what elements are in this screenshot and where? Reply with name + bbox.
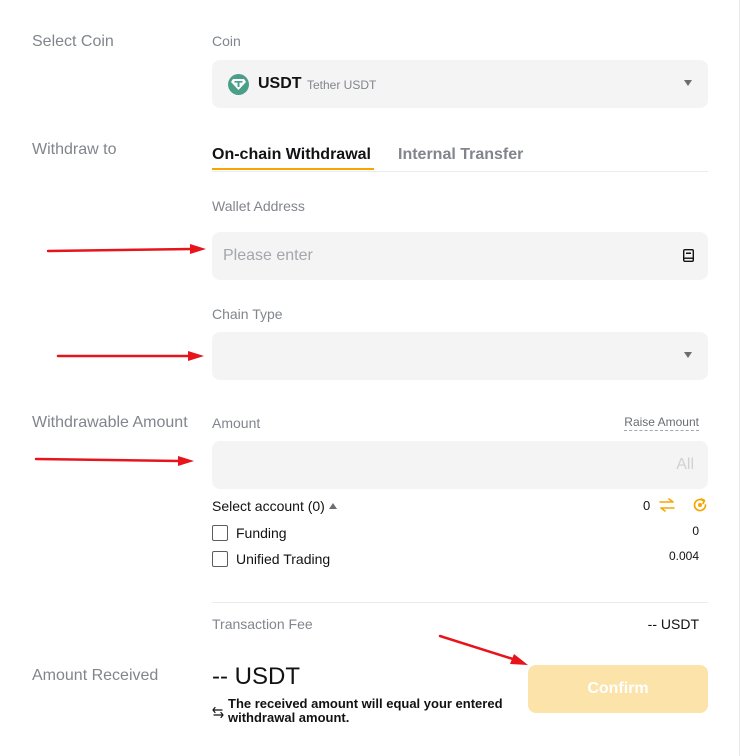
chevron-down-icon	[684, 352, 692, 358]
tab-on-chain-withdrawal[interactable]: On-chain Withdrawal	[212, 146, 371, 164]
amount-label: Amount	[212, 415, 261, 431]
transaction-fee-value: -- USDT	[647, 616, 699, 632]
funding-balance: 0	[692, 524, 699, 538]
chevron-down-icon	[684, 80, 692, 86]
coin-select[interactable]: USDT Tether USDT	[212, 60, 708, 108]
address-book-icon[interactable]	[683, 249, 694, 262]
wallet-address-label: Wallet Address	[212, 198, 305, 214]
coin-name: Tether USDT	[307, 78, 377, 92]
annotation-arrow-amount	[34, 456, 194, 466]
withdrawable-amount-label: Withdrawable Amount	[32, 414, 188, 431]
amount-received-label: Amount Received	[32, 667, 159, 684]
withdraw-to-label: Withdraw to	[32, 141, 117, 158]
annotation-arrow-confirm	[438, 634, 528, 665]
coin-symbol: USDT	[258, 75, 302, 92]
select-account-toggle[interactable]: Select account (0)	[212, 498, 337, 514]
raise-amount-link[interactable]: Raise Amount	[624, 415, 699, 431]
chain-type-label: Chain Type	[212, 306, 283, 322]
wallet-address-input[interactable]: Please enter	[212, 232, 708, 280]
amount-input[interactable]: All	[212, 441, 708, 489]
chevron-up-icon	[328, 503, 337, 509]
received-amount: -- USDT	[212, 663, 300, 690]
funding-checkbox[interactable]	[212, 525, 228, 541]
transfer-icon[interactable]	[659, 498, 675, 512]
account-total: 0	[643, 498, 651, 513]
active-tab-indicator	[212, 168, 374, 170]
unified-trading-balance: 0.004	[668, 549, 699, 563]
tab-divider	[212, 171, 708, 172]
wallet-address-placeholder: Please enter	[223, 247, 313, 264]
transaction-fee-label: Transaction Fee	[212, 616, 313, 632]
select-coin-label: Select Coin	[32, 33, 114, 50]
unified-trading-checkbox[interactable]	[212, 551, 228, 567]
swap-arrows-icon	[212, 706, 224, 718]
coin-field-label: Coin	[212, 33, 241, 49]
annotation-arrow-chain	[56, 351, 204, 361]
tether-icon	[228, 74, 249, 95]
unified-trading-label: Unified Trading	[236, 551, 331, 567]
annotation-arrow-wallet	[46, 244, 206, 254]
all-button[interactable]: All	[676, 456, 694, 474]
refresh-icon[interactable]	[692, 497, 708, 513]
section-divider	[212, 602, 708, 603]
chain-type-select[interactable]	[212, 332, 708, 380]
confirm-button[interactable]: Confirm	[528, 665, 708, 713]
funding-label: Funding	[236, 525, 287, 541]
received-amount-note: The received amount will equal your ente…	[228, 696, 503, 725]
select-account-label: Select account (0)	[212, 498, 325, 514]
tab-internal-transfer[interactable]: Internal Transfer	[398, 146, 523, 164]
withdraw-panel: Select Coin Coin USDT Tether USDT Withdr…	[0, 0, 740, 756]
